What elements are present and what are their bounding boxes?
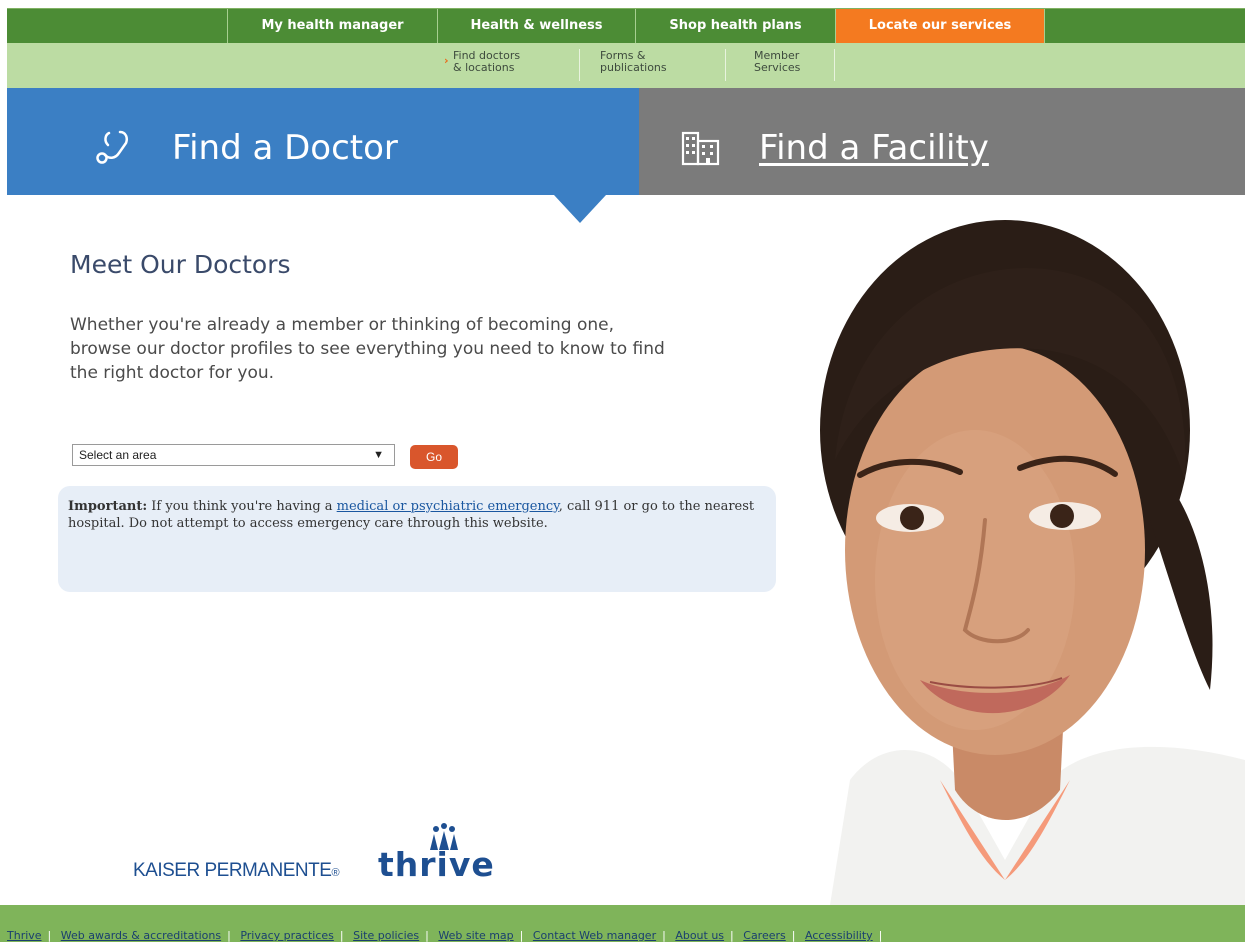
subnav-forms-publications[interactable]: Forms & publications: [600, 50, 667, 74]
footer-separator: |: [47, 929, 52, 942]
subnav-forms-line2: publications: [600, 61, 667, 74]
subnav-member-services[interactable]: Member Services: [754, 50, 800, 74]
dropdown-arrow-icon: ▼: [373, 449, 384, 461]
go-button[interactable]: Go: [410, 445, 458, 469]
footer-separator: |: [878, 929, 883, 942]
subnav-member-line2: Services: [754, 61, 801, 74]
notice-text-before: If you think you're having a: [147, 499, 337, 514]
intro-paragraph: Whether you're already a member or think…: [70, 315, 665, 383]
tab-locate-our-services[interactable]: Locate our services: [835, 9, 1045, 43]
footer: Thrive | Web awards & accreditations | Pri…: [0, 905, 1245, 942]
footer-link-about[interactable]: About us: [675, 929, 724, 942]
find-facility-link[interactable]: Find a Facility: [759, 128, 989, 168]
subnav-find-doctors[interactable]: Find doctors & locations: [453, 50, 520, 74]
footer-link-privacy[interactable]: Privacy practices: [240, 929, 334, 942]
logo-kp-text: KAISER PERMANENTE: [133, 860, 332, 881]
tab-health-wellness[interactable]: Health & wellness: [437, 9, 635, 43]
notice-label: Important:: [68, 499, 148, 514]
footer-separator: |: [339, 929, 344, 942]
footer-link-contact[interactable]: Contact Web manager: [533, 929, 656, 942]
active-band-pointer: [554, 195, 606, 223]
footer-link-careers[interactable]: Careers: [743, 929, 786, 942]
footer-link-site-map[interactable]: Web site map: [438, 929, 513, 942]
footer-link-site-policies[interactable]: Site policies: [353, 929, 419, 942]
footer-separator: |: [791, 929, 796, 942]
footer-links: Thrive | Web awards & accreditations | Pri…: [7, 929, 888, 942]
thrive-logo: thrive: [378, 845, 495, 884]
subnav-divider: [579, 49, 580, 81]
find-facility-band[interactable]: Find a Facility: [639, 88, 1245, 195]
find-doctor-title: Find a Doctor: [172, 128, 398, 168]
stethoscope-icon: [96, 130, 128, 164]
area-select-value: Select an area: [79, 448, 157, 462]
footer-link-accessibility[interactable]: Accessibility: [805, 929, 873, 942]
tab-shop-health-plans[interactable]: Shop health plans: [635, 9, 835, 43]
chevron-right-icon: ›: [444, 54, 449, 67]
footer-separator: |: [662, 929, 666, 942]
footer-separator: |: [227, 929, 231, 942]
doctor-photo: [790, 220, 1245, 905]
subnav-divider: [834, 49, 835, 81]
footer-link-web-awards[interactable]: Web awards & accreditations: [61, 929, 221, 942]
emergency-link[interactable]: medical or psychiatric emergency: [337, 499, 559, 514]
logo-registered-mark: ®: [331, 867, 340, 879]
footer-separator: |: [730, 929, 734, 942]
area-select[interactable]: Select an area ▼: [72, 444, 395, 466]
page-title: Meet Our Doctors: [70, 250, 291, 279]
kaiser-permanente-logo: KAISER PERMANENTE®: [133, 860, 340, 882]
footer-separator: |: [425, 929, 429, 942]
top-nav: My health manager Health & wellness Shop…: [7, 8, 1245, 43]
emergency-notice: Important: If you think you're having a …: [58, 486, 776, 592]
subnav-find-doctors-line2: & locations: [453, 61, 515, 74]
subnav-divider: [725, 49, 726, 81]
building-icon: [681, 131, 720, 166]
sub-nav: › Find doctors & locations Forms & publi…: [7, 43, 1245, 88]
footer-separator: |: [519, 929, 524, 942]
find-doctor-band[interactable]: Find a Doctor: [7, 88, 639, 195]
footer-link-thrive[interactable]: Thrive: [7, 929, 42, 942]
tab-my-health-manager[interactable]: My health manager: [227, 9, 437, 43]
